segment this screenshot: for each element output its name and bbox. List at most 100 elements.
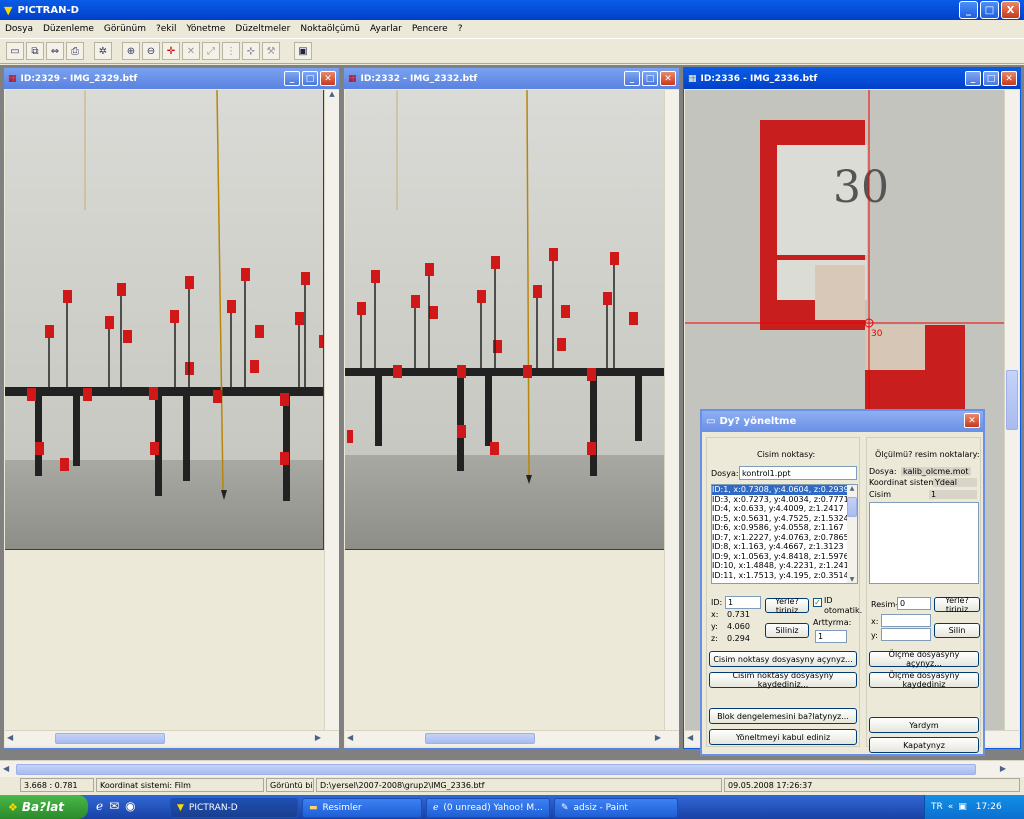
block-adjust-button[interactable]: Blok dengelemesini ba?latynyz... xyxy=(709,708,857,724)
lang-indicator[interactable]: TR xyxy=(931,802,943,812)
print-icon[interactable]: ⎙ xyxy=(66,42,84,60)
menu-dosya[interactable]: Dosya xyxy=(0,24,38,34)
accept-button[interactable]: Yöneltmeyi kabul ediniz xyxy=(709,729,857,745)
crosshair-icon[interactable]: ✛ xyxy=(162,42,180,60)
close-button[interactable]: ✕ xyxy=(660,71,676,86)
help-button[interactable]: Yardym xyxy=(869,717,979,733)
horizontal-scrollbar[interactable]: ◀ ▶ xyxy=(5,730,339,746)
orientation-dialog[interactable]: ▭ Dy? yöneltme ✕ Cisim noktasy: Dosya: k… xyxy=(700,409,985,756)
tray-arrow-icon[interactable]: « xyxy=(948,802,954,812)
zoom-out-icon[interactable]: ⊖ xyxy=(142,42,160,60)
list-item[interactable]: ID:10, x:1.4848, y:4.2231, z:1.241! xyxy=(712,561,857,571)
rdelete-button[interactable]: Silin xyxy=(934,623,980,638)
open-points-button[interactable]: Cisim noktasy dosyasyny açynyz... xyxy=(709,651,857,667)
save-points-button[interactable]: Cisim noktasy dosyasyny kaydediniz... xyxy=(709,671,857,689)
maximize-button[interactable]: □ xyxy=(302,71,318,86)
menu-ayarlar[interactable]: Ayarlar xyxy=(365,24,407,34)
close-button[interactable]: ✕ xyxy=(964,413,980,428)
vertical-scrollbar[interactable]: ▲ xyxy=(324,90,339,730)
list-item[interactable]: ID:4, x:0.633, y:4.4009, z:1.2417 xyxy=(712,504,857,514)
image-window-2[interactable]: ▦ ID:2332 - IMG_2332.btf _ □ ✕ ◀ ▶ xyxy=(343,67,680,749)
scroll-right-icon[interactable]: ▶ xyxy=(1000,764,1006,773)
list-item[interactable]: ID:11, x:1.7513, y:4.195, z:0.3514 xyxy=(712,571,857,581)
close-dialog-button[interactable]: Kapatynyz xyxy=(869,737,979,753)
task-paint[interactable]: ✎ adsiz - Paint xyxy=(554,798,678,818)
list-item[interactable]: ID:9, x:1.0563, y:4.8418, z:1.5976 xyxy=(712,552,857,562)
photo-1[interactable] xyxy=(5,90,324,550)
scroll-down-icon[interactable]: ▼ xyxy=(847,576,857,583)
close-button[interactable]: X xyxy=(1001,1,1020,19)
save-meas-button[interactable]: Ölçme dosyasyny kaydediniz xyxy=(869,671,979,689)
increment-field[interactable]: 1 xyxy=(815,630,847,643)
scroll-thumb[interactable] xyxy=(425,733,535,744)
list-item[interactable]: ID:8, x:1.163, y:4.4667, z:1.3123 xyxy=(712,542,857,552)
scroll-up-icon[interactable]: ▲ xyxy=(326,90,338,102)
tools-icon[interactable]: ⚒ xyxy=(262,42,280,60)
outlook-icon[interactable]: ✉ xyxy=(109,799,119,813)
mdi-hscroll[interactable]: ◀ ▶ xyxy=(0,760,1024,777)
target-icon[interactable]: ⊹ xyxy=(242,42,260,60)
menu-pencere[interactable]: Pencere xyxy=(407,24,453,34)
measure-icon[interactable]: ✕ xyxy=(182,42,200,60)
minimize-button[interactable]: _ xyxy=(284,71,300,86)
ry-field[interactable] xyxy=(881,628,931,641)
vertical-scrollbar[interactable] xyxy=(664,90,679,730)
exit-icon[interactable]: ▣ xyxy=(294,42,312,60)
rx-field[interactable] xyxy=(881,614,931,627)
scroll-thumb[interactable] xyxy=(55,733,165,744)
dosya-field[interactable]: kontrol1.ppt xyxy=(739,466,857,480)
scroll-up-icon[interactable]: ▲ xyxy=(847,485,857,492)
delete-button[interactable]: Siliniz xyxy=(765,623,809,638)
new-icon[interactable]: ▭ xyxy=(6,42,24,60)
list-item[interactable]: ID:1, x:0.7308, y:4.0604, z:0.2939 xyxy=(712,485,857,495)
scroll-thumb[interactable] xyxy=(1006,370,1018,430)
menu-help[interactable]: ? xyxy=(453,24,468,34)
task-resimler[interactable]: ▬ Resimler xyxy=(302,798,422,818)
list-item[interactable]: ID:7, x:1.2227, y:4.0763, z:0.7865 xyxy=(712,533,857,543)
transform-icon[interactable]: ⤢ xyxy=(202,42,220,60)
menu-yonetme[interactable]: Yönetme xyxy=(182,24,231,34)
scroll-left-icon[interactable]: ◀ xyxy=(3,764,9,773)
menu-noktaolcumu[interactable]: Noktaölçümü xyxy=(295,24,365,34)
close-button[interactable]: ✕ xyxy=(1001,71,1017,86)
menu-sekil[interactable]: ?ekil xyxy=(151,24,182,34)
rplace-button[interactable]: Yerle?tiriniz xyxy=(934,596,980,614)
zoom-in-icon[interactable]: ⊕ xyxy=(122,42,140,60)
image-window-1[interactable]: ▦ ID:2329 - IMG_2329.btf _ □ ✕ ▲ ◀ ▶ xyxy=(3,67,340,749)
menu-duzenleme[interactable]: Düzenleme xyxy=(38,24,99,34)
network-icon[interactable]: ▣ xyxy=(958,802,967,812)
scroll-thumb[interactable] xyxy=(847,497,857,517)
open-meas-button[interactable]: Ölçme dosyasyny açynyz... xyxy=(869,650,979,668)
menu-gorunum[interactable]: Görünüm xyxy=(99,24,151,34)
menu-duzeltmeler[interactable]: Düzeltmeler xyxy=(230,24,295,34)
minimize-button[interactable]: _ xyxy=(959,1,978,19)
resim-field[interactable]: 0 xyxy=(897,597,931,610)
maximize-button[interactable]: □ xyxy=(980,1,999,19)
media-icon[interactable]: ◉ xyxy=(125,799,135,813)
task-pictran[interactable]: ▼ PICTRAN-D xyxy=(170,798,298,818)
measured-points-list[interactable] xyxy=(869,502,979,584)
scroll-left-icon[interactable]: ◀ xyxy=(7,733,13,742)
scroll-left-icon[interactable]: ◀ xyxy=(687,733,693,742)
fit-icon[interactable]: ⇔ xyxy=(46,42,64,60)
list-item[interactable]: ID:5, x:0.5631, y:4.7525, z:1.5324 xyxy=(712,514,857,524)
list-item[interactable]: ID:3, x:0.7273, y:4.0034, z:0.7771 xyxy=(712,495,857,505)
photo-2[interactable] xyxy=(345,90,664,550)
ie-icon[interactable]: ℯ xyxy=(96,799,103,813)
points-list[interactable]: ID:1, x:0.7308, y:4.0604, z:0.2939 ID:3,… xyxy=(711,484,858,584)
horizontal-scrollbar[interactable]: ◀ ▶ xyxy=(345,730,679,746)
vertical-scrollbar[interactable] xyxy=(1004,90,1019,730)
list-scrollbar[interactable]: ▲ ▼ xyxy=(847,485,857,583)
task-yahoo[interactable]: ℯ (0 unread) Yahoo! M... xyxy=(426,798,550,818)
maximize-button[interactable]: □ xyxy=(642,71,658,86)
grid-icon[interactable]: ⋮ xyxy=(222,42,240,60)
minimize-button[interactable]: _ xyxy=(624,71,640,86)
minimize-button[interactable]: _ xyxy=(965,71,981,86)
scroll-left-icon[interactable]: ◀ xyxy=(347,733,353,742)
scroll-thumb[interactable] xyxy=(16,764,976,775)
close-button[interactable]: ✕ xyxy=(320,71,336,86)
id-auto-checkbox[interactable]: ✓ xyxy=(813,598,822,607)
place-button[interactable]: Yerle?tiriniz xyxy=(765,597,809,615)
settings-icon[interactable]: ✲ xyxy=(94,42,112,60)
open-icon[interactable]: ⧉ xyxy=(26,42,44,60)
